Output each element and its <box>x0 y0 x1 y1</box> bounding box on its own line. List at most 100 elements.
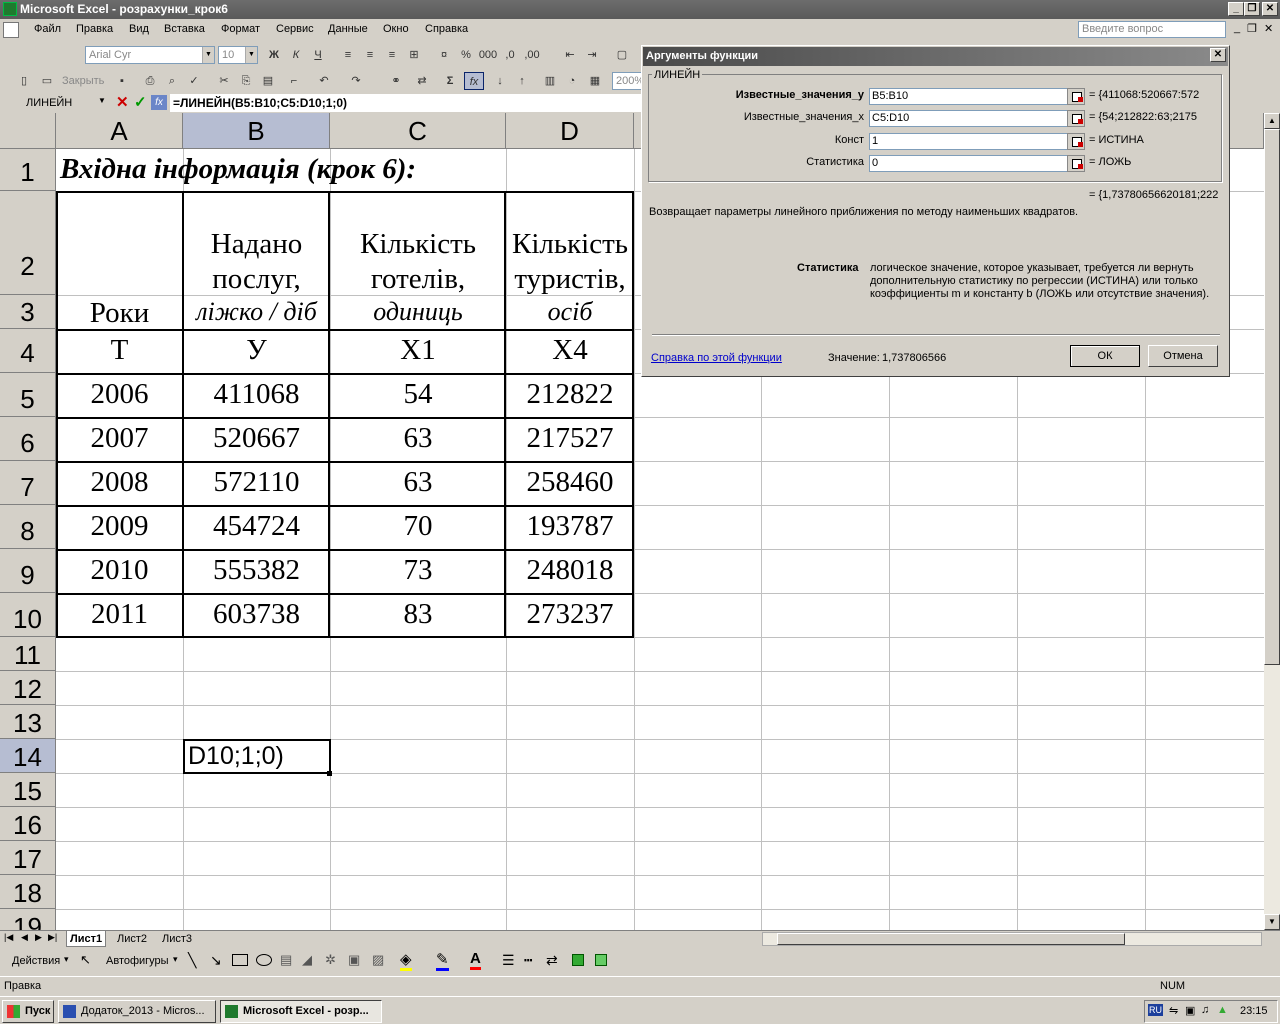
task-excel[interactable]: Microsoft Excel - розр... <box>220 1000 382 1023</box>
insert-function-icon[interactable]: fx <box>464 72 484 90</box>
clipart-icon[interactable]: ▣ <box>348 952 360 968</box>
borders-icon[interactable]: ▢ <box>612 46 632 64</box>
row-header[interactable]: 15 <box>0 773 56 807</box>
tab-first-icon[interactable]: |◀ <box>4 932 13 943</box>
tab-last-icon[interactable]: ▶| <box>48 932 57 943</box>
volume-icon[interactable]: ♫ <box>1201 1004 1209 1016</box>
name-box-dropdown-icon[interactable]: ▼ <box>98 96 106 105</box>
tab-next-icon[interactable]: ▶ <box>35 932 42 943</box>
arg-input-const[interactable]: 1 <box>869 133 1085 150</box>
start-button[interactable]: Пуск <box>2 1000 54 1023</box>
menu-help[interactable]: Справка <box>425 23 468 35</box>
column-header-a[interactable]: A <box>56 113 183 149</box>
format-painter-icon[interactable]: ⌐ <box>284 72 304 90</box>
wordart-icon[interactable]: ◢ <box>302 952 312 968</box>
increase-indent-icon[interactable]: ⇥ <box>582 46 602 64</box>
line-style-icon[interactable]: ☰ <box>502 952 515 969</box>
column-header-c[interactable]: C <box>330 113 506 149</box>
font-size-combo[interactable]: 10 ▼ <box>218 46 258 64</box>
menu-tools[interactable]: Сервис <box>276 23 314 35</box>
sheet-tab-1[interactable]: Лист1 <box>66 931 107 947</box>
paste-icon[interactable]: ▤ <box>258 72 278 90</box>
scroll-down-icon[interactable]: ▼ <box>1264 914 1280 930</box>
drawing-icon[interactable]: ◔ <box>562 72 582 90</box>
formula-input[interactable]: =ЛИНЕЙН(B5:B10;C5:D10;1;0) <box>170 94 645 112</box>
thousands-icon[interactable]: 000 <box>478 46 498 64</box>
data-cell[interactable]: 2008 <box>56 466 183 499</box>
workbook-icon[interactable] <box>3 22 19 38</box>
cut-icon[interactable]: ✂ <box>214 72 234 90</box>
data-cell[interactable]: 83 <box>330 598 506 631</box>
network-icon[interactable]: ⇋ <box>1169 1004 1178 1017</box>
align-left-icon[interactable]: ≡ <box>338 46 358 64</box>
redo-icon[interactable]: ↷ <box>346 72 366 90</box>
autoshapes-menu[interactable]: Автофигуры <box>106 955 169 967</box>
collapse-dialog-icon[interactable] <box>1067 155 1085 172</box>
percent-icon[interactable]: % <box>456 46 476 64</box>
ok-button[interactable]: ОК <box>1070 345 1140 367</box>
scroll-thumb[interactable] <box>1264 129 1280 665</box>
arg-input-x[interactable]: C5:D10 <box>869 110 1085 127</box>
arrow-icon[interactable]: ↘ <box>210 952 222 969</box>
header-tourists-line2[interactable]: туристів, <box>506 263 634 296</box>
close-label[interactable]: Закрыть <box>62 75 104 87</box>
symbol-cell[interactable]: У <box>183 334 330 367</box>
row-header[interactable]: 3 <box>0 295 56 329</box>
picture-icon[interactable]: ▨ <box>372 952 384 968</box>
menu-file[interactable]: Файл <box>34 23 61 35</box>
data-cell[interactable]: 70 <box>330 510 506 543</box>
arg-input-stats[interactable]: 0 <box>869 155 1085 172</box>
data-cell[interactable]: 555382 <box>183 554 330 587</box>
data-cell[interactable]: 193787 <box>506 510 634 543</box>
fill-handle[interactable] <box>327 771 332 776</box>
line-color-icon[interactable]: ✎ <box>436 950 449 971</box>
copy-icon[interactable]: ⎘ <box>236 72 256 90</box>
header-hotels-line1[interactable]: Кількість <box>330 228 506 261</box>
font-color-icon[interactable]: A <box>470 950 481 970</box>
collapse-dialog-icon[interactable] <box>1067 110 1085 127</box>
minimize-button[interactable]: _ <box>1228 2 1244 16</box>
align-right-icon[interactable]: ≡ <box>382 46 402 64</box>
select-objects-icon[interactable]: ↖ <box>80 952 91 968</box>
dialog-title-bar[interactable]: Аргументы функции <box>643 47 1228 66</box>
row-header[interactable]: 2 <box>0 191 56 295</box>
function-icon[interactable]: fx <box>151 95 167 110</box>
data-cell[interactable]: 54 <box>330 378 506 411</box>
task-word-doc[interactable]: Додаток_2013 - Micros... <box>58 1000 216 1023</box>
decrease-decimal-icon[interactable]: ,00 <box>522 46 542 64</box>
data-cell[interactable]: 212822 <box>506 378 634 411</box>
collapse-dialog-icon[interactable] <box>1067 88 1085 105</box>
active-cell-editor[interactable]: D10;1;0) <box>183 739 331 774</box>
menu-view[interactable]: Вид <box>129 23 149 35</box>
column-header-d[interactable]: D <box>506 113 634 149</box>
dash-style-icon[interactable]: ┅ <box>524 952 532 969</box>
column-header-b[interactable]: B <box>183 113 330 149</box>
menu-insert[interactable]: Вставка <box>164 23 205 35</box>
row-header[interactable]: 9 <box>0 549 56 593</box>
increase-decimal-icon[interactable]: ,0 <box>500 46 520 64</box>
data-cell[interactable]: 572110 <box>183 466 330 499</box>
data-cell[interactable]: 411068 <box>183 378 330 411</box>
decrease-indent-icon[interactable]: ⇤ <box>560 46 580 64</box>
symbol-cell[interactable]: X1 <box>330 334 506 367</box>
menu-data[interactable]: Данные <box>328 23 368 35</box>
tab-prev-icon[interactable]: ◀ <box>21 932 28 943</box>
data-cell[interactable]: 603738 <box>183 598 330 631</box>
tray-icon[interactable]: ▣ <box>1185 1004 1195 1017</box>
italic-button[interactable]: К <box>286 46 306 64</box>
actions-menu[interactable]: Действия <box>12 955 60 967</box>
zoom-combo[interactable]: 200% <box>612 72 644 90</box>
signal-icon[interactable]: ▲ <box>1217 1004 1228 1016</box>
research-icon[interactable]: ⇄ <box>412 72 432 90</box>
map-icon[interactable]: ▦ <box>585 72 605 90</box>
sort-desc-icon[interactable]: ↑ <box>512 72 532 90</box>
data-cell[interactable]: 520667 <box>183 422 330 455</box>
autosum-icon[interactable]: Σ <box>440 72 460 90</box>
scroll-up-icon[interactable]: ▲ <box>1264 113 1280 129</box>
spelling-icon[interactable]: ✓ <box>184 72 204 90</box>
textbox-icon[interactable]: ▤ <box>280 952 292 968</box>
data-cell[interactable]: 217527 <box>506 422 634 455</box>
doc-minimize-icon[interactable]: _ <box>1234 22 1240 34</box>
sheet-tab-2[interactable]: Лист2 <box>114 931 150 947</box>
horizontal-scrollbar[interactable] <box>762 932 1262 946</box>
